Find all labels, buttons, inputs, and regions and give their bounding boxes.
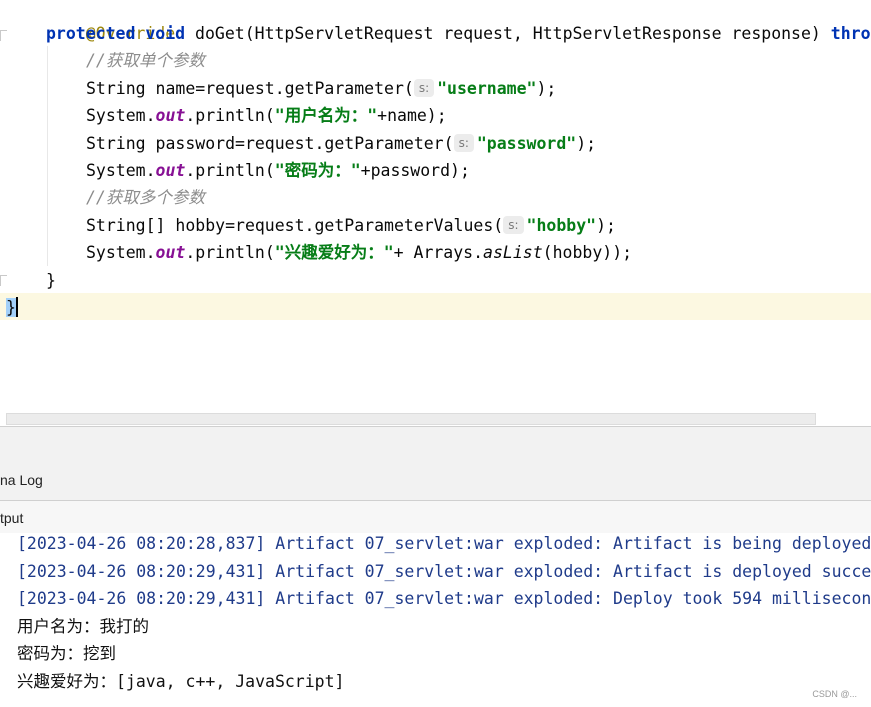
param-hint: s:: [413, 79, 435, 97]
code-line-signature: protected void doGet(HttpServletRequest …: [46, 24, 871, 43]
console-output[interactable]: [2023-04-26 08:20:28,837] Artifact 07_se…: [0, 533, 871, 707]
param-hint: s:: [453, 134, 474, 152]
console-line: 密码为：挖到: [17, 644, 116, 663]
watermark: CSDN @...: [812, 689, 857, 699]
code-comment: //获取单个参数: [86, 51, 205, 70]
code-comment: //获取多个参数: [86, 188, 205, 207]
tab-output[interactable]: tput: [0, 508, 23, 528]
indent-guide: [47, 46, 48, 266]
code-line-annotation: @Override: [85, 24, 176, 43]
fold-marker-icon[interactable]: [0, 275, 7, 286]
output-panel-header: [0, 500, 871, 534]
class-close-brace: }: [6, 297, 18, 317]
tab-server-log[interactable]: na Log: [0, 470, 43, 490]
console-line: 用户名为：我打的: [17, 617, 149, 636]
text-caret: [15, 297, 18, 317]
code-line: System.out.println("密码为："+password);: [86, 161, 470, 180]
fold-marker-icon[interactable]: [0, 30, 7, 41]
console-line: [2023-04-26 08:20:29,431] Artifact 07_se…: [17, 562, 871, 581]
code-line: String name=request.getParameter(s: "user…: [86, 79, 557, 98]
console-line: 兴趣爱好为：[java, c++, JavaScript]: [17, 672, 345, 691]
code-line: System.out.println("兴趣爱好为："+ Arrays.asLi…: [86, 243, 633, 262]
code-editor[interactable]: @Override protected void doGet(HttpServl…: [0, 0, 871, 412]
horizontal-scrollbar[interactable]: [6, 413, 816, 425]
current-line-highlight: [0, 293, 871, 320]
services-panel-header: [0, 426, 871, 501]
console-line: [2023-04-26 08:20:29,431] Artifact 07_se…: [17, 589, 871, 608]
console-line: [2023-04-26 08:20:28,837] Artifact 07_se…: [17, 534, 871, 553]
code-line: String password=request.getParameter(s: "…: [86, 134, 597, 153]
code-line: String[] hobby=request.getParameterValue…: [86, 216, 616, 235]
code-line: System.out.println("用户名为："+name);: [86, 106, 447, 125]
method-close-brace: }: [46, 271, 56, 290]
param-hint: s:: [503, 216, 524, 234]
